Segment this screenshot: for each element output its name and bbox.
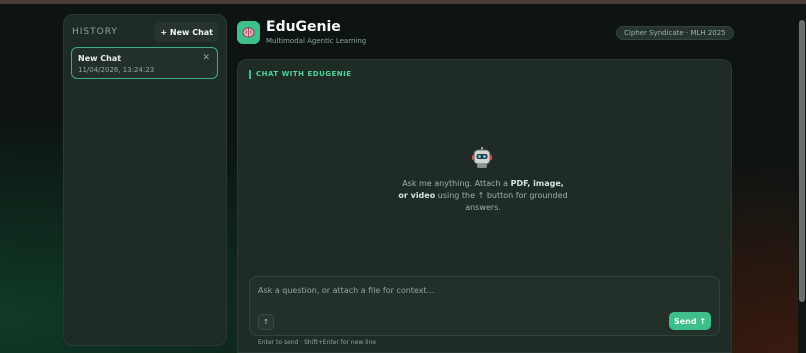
history-item-date: 11/04/2026, 13:24:23 [78,66,155,74]
history-item-title: New Chat [78,54,122,63]
robot-icon [470,146,494,170]
history-item[interactable]: New Chat 11/04/2026, 13:24:23 ✕ [71,47,218,79]
scrollbar-thumb[interactable] [799,20,805,302]
message-composer: ↑ Send ↑ [249,276,720,336]
brain-icon [237,21,260,44]
app-subtitle: Multimodal Agentic Learning [266,37,367,45]
new-chat-button[interactable]: + New Chat [154,22,219,42]
scrollbar[interactable] [798,4,806,353]
keyboard-hint: Enter to send · Shift+Enter for new line [258,339,377,346]
chat-section-title: CHAT WITH EDUGENIE [249,70,352,79]
attach-button[interactable]: ↑ [258,314,274,330]
team-badge: Cipher Syndicate · MLH 2025 [616,26,734,40]
history-panel: HISTORY + New Chat New Chat 11/04/2026, … [63,14,227,346]
app-title: EduGenie [266,19,341,35]
close-icon[interactable]: ✕ [202,53,210,63]
browser-top-bar [0,0,806,4]
history-title: HISTORY [72,27,118,37]
send-button[interactable]: Send ↑ [669,312,711,330]
message-input[interactable] [258,286,698,295]
empty-state-text: Ask me anything. Attach a PDF, image, or… [398,179,568,212]
chat-panel: CHAT WITH EDUGENIE Ask me anything. Atta… [237,59,732,353]
